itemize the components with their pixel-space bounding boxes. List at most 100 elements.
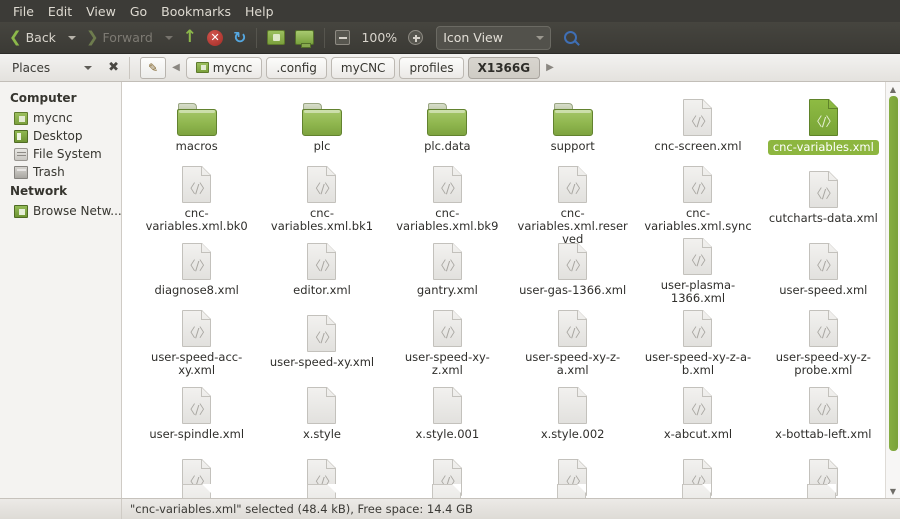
file-item[interactable]: x.style <box>259 376 384 448</box>
breadcrumb-mycnc-dir[interactable]: myCNC <box>331 57 396 79</box>
file-item[interactable]: plc.data <box>385 88 510 160</box>
vertical-scrollbar[interactable]: ▲ ▼ <box>885 82 900 498</box>
menu-item-file[interactable]: File <box>6 2 41 21</box>
file-icon-view[interactable]: macros plc plc.data support 〈/〉cnc-screen.xm… <box>122 82 900 498</box>
file-item-label: editor.xml <box>293 284 351 297</box>
forward-button[interactable]: ❯ Forward <box>81 25 158 51</box>
file-icon-wrap <box>433 382 462 424</box>
back-history-dropdown[interactable] <box>61 25 81 51</box>
breadcrumb-mycnc[interactable]: mycnc <box>186 57 263 79</box>
scrollbar-thumb[interactable] <box>889 96 898 451</box>
menu-item-view[interactable]: View <box>79 2 123 21</box>
file-item-label: cnc-variables.xml.bk9 <box>391 207 503 233</box>
status-bar-text: "cnc-variables.xml" selected (48.4 kB), … <box>122 502 473 516</box>
file-item[interactable]: 〈/〉user-speed-acc-xy.xml <box>134 304 259 376</box>
breadcrumb-x1366g[interactable]: X1366G <box>468 57 541 79</box>
file-grid-partial-row <box>134 484 884 498</box>
places-label: Places <box>4 61 50 75</box>
file-item[interactable]: 〈/〉user-speed-xy-z.xml <box>385 304 510 376</box>
computer-screen-icon <box>295 30 314 45</box>
file-item[interactable]: 〈/〉 cnc-variables.xml.bk9 <box>385 160 510 232</box>
file-item[interactable]: 〈/〉user-speed-xy-z-probe.xml <box>761 304 886 376</box>
toolbar-separator-1 <box>256 28 257 48</box>
document-icon <box>307 484 336 498</box>
breadcrumb-label: mycnc <box>213 61 253 75</box>
file-item[interactable]: 〈/〉cutcharts-data.xml <box>761 160 886 232</box>
sidebar-item-mycnc[interactable]: mycnc <box>0 109 121 127</box>
menu-item-edit[interactable]: Edit <box>41 2 79 21</box>
file-icon-wrap: 〈/〉 <box>683 238 712 275</box>
file-item-label: user-gas-1366.xml <box>519 284 626 297</box>
file-item-label: x-abcut.xml <box>664 428 732 441</box>
reload-button[interactable]: ↻ <box>228 25 251 51</box>
file-icon-wrap <box>177 94 217 136</box>
breadcrumb-label: profiles <box>409 61 453 75</box>
file-item[interactable]: 〈/〉cnc-variables.xml.reserved <box>510 160 635 232</box>
xml-file-icon: 〈/〉 <box>307 166 336 203</box>
places-chevron-down-icon[interactable] <box>84 66 92 70</box>
scroll-up-icon[interactable]: ▲ <box>886 82 900 96</box>
home-folder-button[interactable] <box>262 25 290 51</box>
file-item[interactable]: plc <box>259 88 384 160</box>
breadcrumb-scroll-left-icon[interactable]: ◀ <box>170 63 182 73</box>
menu-item-help[interactable]: Help <box>238 2 281 21</box>
file-item[interactable]: 〈/〉user-speed-xy-z-a.xml <box>510 304 635 376</box>
file-item[interactable]: support <box>510 88 635 160</box>
file-item[interactable]: 〈/〉user-speed.xml <box>761 232 886 304</box>
sidebar-item-trash[interactable]: Trash <box>0 163 121 181</box>
file-item[interactable]: 〈/〉diagnose8.xml <box>134 232 259 304</box>
sidebar-item-desktop[interactable]: Desktop <box>0 127 121 145</box>
sidebar-item-file-system[interactable]: File System <box>0 145 121 163</box>
file-item[interactable]: 〈/〉gantry.xml <box>385 232 510 304</box>
document-icon <box>807 484 836 498</box>
file-item-label: plc <box>314 140 331 153</box>
breadcrumb-scroll-right-icon[interactable]: ▶ <box>544 63 556 73</box>
file-item[interactable]: 〈/〉cnc-variables.xml.sync <box>635 160 760 232</box>
view-mode-select[interactable]: Icon View <box>436 26 551 50</box>
file-item[interactable]: 〈/〉x-abcut.xml <box>635 376 760 448</box>
scroll-down-icon[interactable]: ▼ <box>886 484 900 498</box>
file-item[interactable]: 〈/〉user-speed-xy.xml <box>259 304 384 376</box>
up-button[interactable]: ↑ <box>178 25 202 51</box>
sidebar-item-browse-network[interactable]: Browse Netw... <box>0 202 121 220</box>
file-item[interactable]: 〈/〉cnc-variables.xml.bk1 <box>259 160 384 232</box>
scrollbar-track[interactable] <box>888 96 898 484</box>
file-icon-wrap: 〈/〉 <box>182 310 211 347</box>
stop-button[interactable]: ✕ <box>202 25 228 51</box>
file-item-label: gantry.xml <box>417 284 478 297</box>
breadcrumb-profiles[interactable]: profiles <box>399 57 463 79</box>
zoom-in-button[interactable] <box>403 25 428 51</box>
file-icon-wrap: 〈/〉 <box>307 166 336 203</box>
file-item[interactable]: macros <box>134 88 259 160</box>
sidebar-item-label: Browse Netw... <box>33 204 121 218</box>
menu-item-go[interactable]: Go <box>123 2 154 21</box>
file-item[interactable]: 〈/〉cnc-variables.xml <box>761 88 886 160</box>
file-item-label: support <box>551 140 595 153</box>
file-item[interactable]: 〈/〉user-spindle.xml <box>134 376 259 448</box>
edit-location-button[interactable]: ✎ <box>140 57 166 79</box>
file-icon-wrap: 〈/〉 <box>683 166 712 203</box>
document-icon <box>307 387 336 424</box>
search-button[interactable] <box>559 25 582 51</box>
document-icon <box>182 484 211 498</box>
sidebar-item-label: mycnc <box>33 111 73 125</box>
forward-history-dropdown[interactable] <box>158 25 178 51</box>
file-item[interactable]: 〈/〉x-bottab-left.xml <box>761 376 886 448</box>
file-item[interactable]: 〈/〉user-gas-1366.xml <box>510 232 635 304</box>
file-item[interactable]: 〈/〉user-speed-xy-z-a-b.xml <box>635 304 760 376</box>
computer-button[interactable] <box>290 25 319 51</box>
file-item[interactable]: 〈/〉cnc-variables.xml.bk0 <box>134 160 259 232</box>
xml-file-icon: 〈/〉 <box>683 99 712 136</box>
close-sidebar-icon[interactable]: ✖ <box>108 60 119 75</box>
back-button[interactable]: ❮ Back <box>4 25 61 51</box>
file-item[interactable]: x.style.002 <box>510 376 635 448</box>
file-item[interactable]: 〈/〉cnc-screen.xml <box>635 88 760 160</box>
breadcrumb-config[interactable]: .config <box>266 57 327 79</box>
file-icon-wrap: 〈/〉 <box>433 166 462 203</box>
menu-item-bookmarks[interactable]: Bookmarks <box>154 2 238 21</box>
chevron-down-icon <box>165 36 173 40</box>
zoom-out-button[interactable] <box>330 25 355 51</box>
file-item[interactable]: 〈/〉user-plasma-1366.xml <box>635 232 760 304</box>
file-item[interactable]: 〈/〉editor.xml <box>259 232 384 304</box>
file-item[interactable]: x.style.001 <box>385 376 510 448</box>
